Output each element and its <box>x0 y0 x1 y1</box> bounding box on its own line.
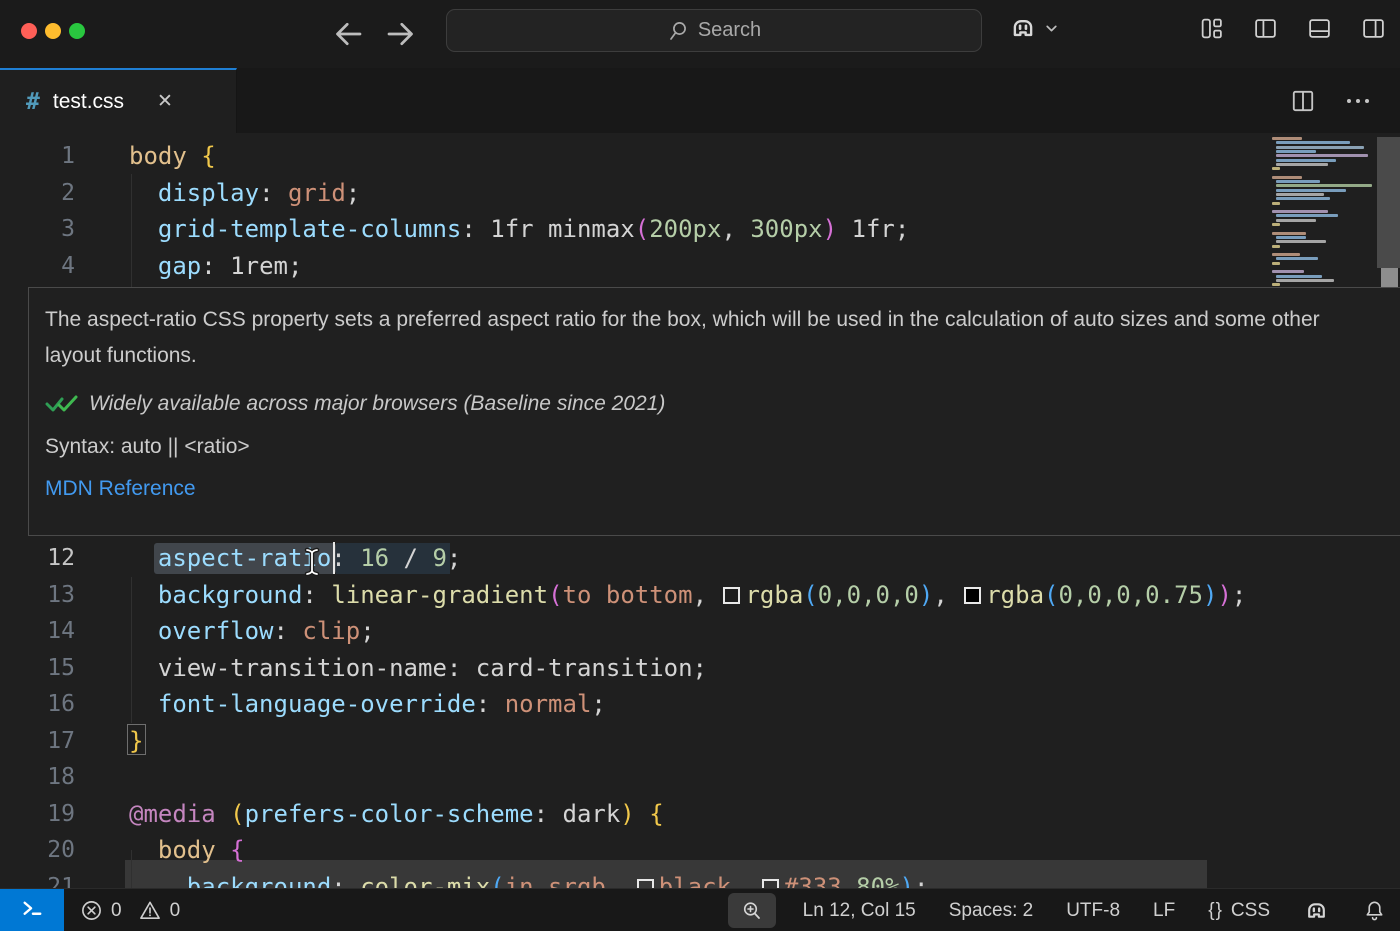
line-number: 17 <box>0 723 75 760</box>
code-line-4: gap: 1rem; <box>129 248 302 285</box>
remote-indicator[interactable] <box>0 889 64 931</box>
baseline-check-icon <box>45 391 79 417</box>
spaces-text: Spaces: 2 <box>949 900 1034 922</box>
zoom-in-icon <box>741 900 763 922</box>
warning-count: 0 <box>170 900 181 922</box>
code-line-2: display: grid; <box>129 175 360 212</box>
overview-ruler-cursor-mark <box>1381 268 1398 288</box>
error-icon <box>80 899 103 922</box>
braces-icon: {} <box>1208 900 1223 922</box>
title-bar: Search <box>0 0 1400 68</box>
baseline-text: Widely available across major browsers (… <box>89 392 665 416</box>
notifications-status[interactable] <box>1363 899 1386 922</box>
line-number: 12 <box>0 540 75 577</box>
encoding-text: UTF-8 <box>1066 900 1120 922</box>
text-caret <box>333 542 335 574</box>
more-actions-icon[interactable] <box>1344 88 1372 114</box>
encoding-status[interactable]: UTF-8 <box>1066 900 1120 922</box>
mdn-reference-link[interactable]: MDN Reference <box>45 477 1380 501</box>
minimap[interactable] <box>1270 137 1374 287</box>
code-line-3: grid-template-columns: 1fr minmax(200px,… <box>129 211 909 248</box>
remote-icon <box>21 900 43 922</box>
copilot-status[interactable] <box>1303 897 1330 924</box>
chevron-down-icon <box>1044 21 1059 36</box>
code-line-19: @media (prefers-color-scheme: dark) { <box>129 796 664 833</box>
error-count: 0 <box>111 900 122 922</box>
line-col-text: Ln 12, Col 15 <box>803 900 916 922</box>
copilot-icon <box>1303 897 1330 924</box>
command-center-search[interactable]: Search <box>446 9 982 52</box>
language-mode-status[interactable]: {} CSS <box>1208 900 1270 922</box>
close-tab-icon[interactable]: ✕ <box>157 90 173 113</box>
tab-title: test.css <box>53 90 124 114</box>
code-line-21: background: color-mix(in srgb, black, #3… <box>129 869 928 889</box>
code-line-15: view-transition-name: card-transition; <box>129 650 707 687</box>
zoom-status-button[interactable] <box>728 893 776 928</box>
code-line-13: background: linear-gradient(to bottom, r… <box>129 577 1246 614</box>
problems-status[interactable]: 0 0 <box>80 899 180 922</box>
search-icon <box>667 20 689 42</box>
line-number: 16 <box>0 686 75 723</box>
cursor-position-status[interactable]: Ln 12, Col 15 <box>803 900 916 922</box>
code-line-20: body { <box>129 832 245 869</box>
arrow-left-icon <box>330 16 366 52</box>
color-swatch[interactable] <box>964 587 981 604</box>
toggle-primary-sidebar-icon[interactable] <box>1253 16 1278 41</box>
search-placeholder: Search <box>698 19 761 42</box>
indentation-status[interactable]: Spaces: 2 <box>949 900 1034 922</box>
code-line-16: font-language-override: normal; <box>129 686 606 723</box>
customize-layout-icon[interactable] <box>1199 16 1224 41</box>
line-number: 1 <box>0 138 75 175</box>
tooltip-description: The aspect-ratio CSS property sets a pre… <box>45 302 1380 374</box>
vscode-window: Search <box>0 0 1400 931</box>
scrollbar-thumb[interactable] <box>1377 137 1400 268</box>
copilot-icon <box>1008 13 1038 43</box>
line-number: 14 <box>0 613 75 650</box>
line-number: 2 <box>0 175 75 212</box>
bell-icon <box>1363 899 1386 922</box>
tooltip-syntax: Syntax: auto || <ratio> <box>45 435 1380 459</box>
line-number: 18 <box>0 759 75 796</box>
hover-tooltip: The aspect-ratio CSS property sets a pre… <box>28 287 1400 536</box>
language-text: CSS <box>1231 900 1270 922</box>
toggle-panel-icon[interactable] <box>1307 16 1332 41</box>
close-window-button[interactable] <box>21 23 37 39</box>
minimize-window-button[interactable] <box>45 23 61 39</box>
warning-icon <box>138 899 162 922</box>
color-swatch[interactable] <box>723 587 740 604</box>
mouse-ibeam-cursor <box>303 547 321 577</box>
eol-status[interactable]: LF <box>1153 900 1175 922</box>
line-number: 20 <box>0 832 75 869</box>
line-number: 4 <box>0 248 75 285</box>
eol-text: LF <box>1153 900 1175 922</box>
arrow-right-icon <box>383 16 419 52</box>
code-line-14: overflow: clip; <box>129 613 375 650</box>
bracket-match-box <box>127 724 146 755</box>
navigate-forward-button[interactable] <box>383 16 419 52</box>
navigate-back-button[interactable] <box>330 16 366 52</box>
code-line-12: aspect-ratio: 16 / 9; <box>129 540 461 577</box>
code-line-1: body { <box>129 138 216 175</box>
toggle-secondary-sidebar-icon[interactable] <box>1361 16 1386 41</box>
color-swatch[interactable] <box>762 879 779 889</box>
status-bar: 0 0 Ln 12, Col 15 Spac <box>0 888 1400 931</box>
tab-bar: # test.css ✕ <box>0 68 1400 133</box>
color-swatch[interactable] <box>637 879 654 889</box>
tab-test-css[interactable]: # test.css ✕ <box>0 68 237 133</box>
zoom-window-button[interactable] <box>69 23 85 39</box>
line-number: 13 <box>0 577 75 614</box>
copilot-menu-button[interactable] <box>1008 13 1059 43</box>
line-number: 3 <box>0 211 75 248</box>
line-number: 15 <box>0 650 75 687</box>
css-file-icon: # <box>26 89 40 115</box>
split-editor-icon[interactable] <box>1290 88 1316 114</box>
line-number: 19 <box>0 796 75 833</box>
line-number: 21 <box>0 869 75 889</box>
